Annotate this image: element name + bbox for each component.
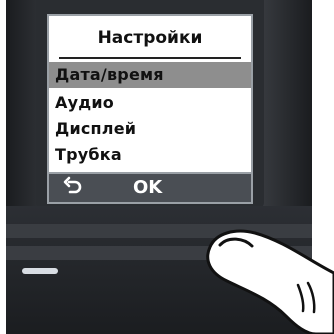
display-screen: Настройки Дата/время Аудио Дисплей Трубк… — [47, 14, 253, 174]
title-divider — [59, 57, 241, 59]
call-key-icon[interactable] — [22, 268, 58, 274]
phone-photo: Настройки Дата/время Аудио Дисплей Трубк… — [0, 0, 334, 334]
softkey-bar: OK — [47, 174, 253, 204]
menu-item-display[interactable]: Дисплей — [49, 116, 251, 142]
menu-item-date-time[interactable]: Дата/время — [49, 62, 251, 88]
menu-title: Настройки — [97, 28, 203, 48]
menu-item-handset[interactable]: Трубка — [49, 142, 251, 168]
back-arrow-icon — [63, 176, 82, 194]
back-arrow-icon[interactable] — [63, 176, 85, 203]
menu-item-audio[interactable]: Аудио — [49, 90, 251, 116]
pointing-finger-icon — [200, 215, 334, 334]
ok-softkey[interactable]: OK — [133, 177, 162, 198]
